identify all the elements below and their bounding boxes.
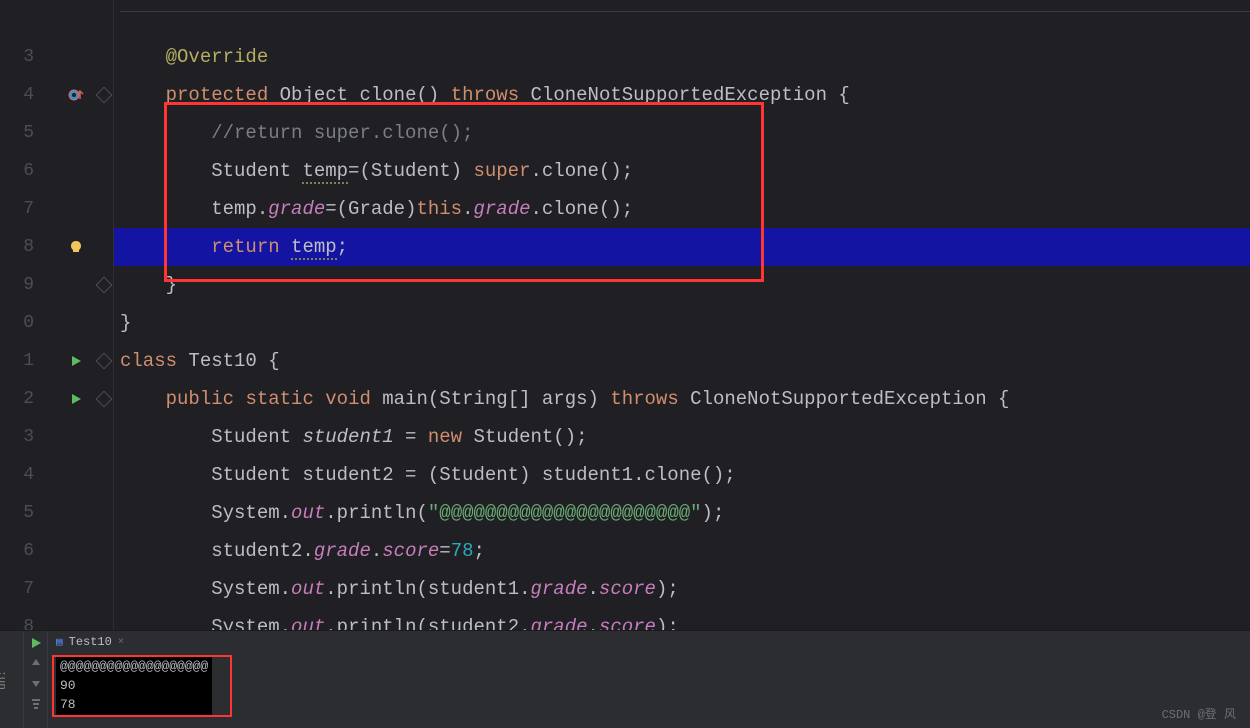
code-editor[interactable]: 3 4 5 6 7 8 9 0 1 2 3 4 5 6 7 8 — [0, 0, 1250, 630]
line-number: 6 — [0, 532, 34, 570]
method-separator — [120, 11, 1250, 12]
run-gutter-icon[interactable] — [58, 380, 94, 418]
code-line[interactable]: System.out.println(student1.grade.score)… — [114, 570, 1250, 608]
run-label: un: — [0, 670, 9, 690]
console-output[interactable]: @@@@@@@@@@@@@@@@@@@ 90 78 — [56, 655, 212, 716]
run-tab-title[interactable]: Test10 — [69, 635, 112, 649]
code-line[interactable]: @Override — [114, 38, 1250, 76]
line-number: 7 — [0, 190, 34, 228]
line-number: 2 — [0, 380, 34, 418]
line-number: 4 — [0, 456, 34, 494]
run-toolbar-actions — [24, 631, 48, 728]
code-line[interactable]: protected Object clone() throws CloneNot… — [114, 76, 1250, 114]
run-tab-icon: ▤ — [56, 635, 63, 649]
fold-toggle-icon[interactable] — [94, 342, 113, 380]
line-number: 5 — [0, 114, 34, 152]
line-number: 8 — [0, 228, 34, 266]
line-number-gutter: 3 4 5 6 7 8 9 0 1 2 3 4 5 6 7 8 — [0, 0, 58, 630]
code-line[interactable]: temp.grade=(Grade)this.grade.clone(); — [114, 190, 1250, 228]
up-arrow-icon[interactable] — [30, 657, 42, 669]
code-line[interactable]: Student student2 = (Student) student1.cl… — [114, 456, 1250, 494]
run-toolbar-left: un: — [0, 631, 24, 728]
code-line[interactable]: public static void main(String[] args) t… — [114, 380, 1250, 418]
watermark-text: CSDN @登 风 — [1162, 705, 1236, 722]
override-breakpoint-icon[interactable] — [58, 76, 94, 114]
code-line[interactable]: //return super.clone(); — [114, 114, 1250, 152]
gutter-icon-column — [58, 0, 94, 630]
code-line[interactable]: System.out.println("@@@@@@@@@@@@@@@@@@@@… — [114, 494, 1250, 532]
line-number: 3 — [0, 418, 34, 456]
line-number: 0 — [0, 304, 34, 342]
code-line[interactable]: } — [114, 266, 1250, 304]
line-number: 7 — [0, 570, 34, 608]
code-line[interactable]: Student temp=(Student) super.clone(); — [114, 152, 1250, 190]
console-line: 90 — [60, 676, 208, 695]
code-line[interactable]: student2.grade.score=78; — [114, 532, 1250, 570]
filter-icon[interactable] — [30, 697, 42, 709]
run-console[interactable]: ▤ Test10 × @@@@@@@@@@@@@@@@@@@ 90 78 — [48, 631, 1250, 728]
code-line-current[interactable]: return temp; — [114, 228, 1250, 266]
code-line[interactable]: class Test10 { — [114, 342, 1250, 380]
line-number: 3 — [0, 38, 34, 76]
line-number — [0, 0, 34, 38]
fold-toggle-icon[interactable] — [94, 76, 113, 114]
code-line[interactable]: } — [114, 304, 1250, 342]
line-number: 9 — [0, 266, 34, 304]
run-gutter-icon[interactable] — [58, 342, 94, 380]
console-line: 78 — [60, 695, 208, 714]
run-tool-window[interactable]: un: ▤ Test10 × @@@@@@@@@@@@@@@@@@@ 90 78 — [0, 630, 1250, 728]
fold-toggle-icon[interactable] — [94, 380, 113, 418]
intention-bulb-icon[interactable] — [58, 228, 94, 266]
down-arrow-icon[interactable] — [30, 677, 42, 689]
line-number: 1 — [0, 342, 34, 380]
run-tab-bar: ▤ Test10 × — [48, 631, 1250, 653]
fold-column — [94, 0, 114, 630]
console-line: @@@@@@@@@@@@@@@@@@@ — [60, 657, 208, 676]
code-area[interactable]: @Override protected Object clone() throw… — [114, 0, 1250, 630]
line-number: 4 — [0, 76, 34, 114]
close-tab-icon[interactable]: × — [118, 637, 124, 648]
rerun-icon[interactable] — [30, 637, 42, 649]
code-line[interactable]: Student student1 = new Student(); — [114, 418, 1250, 456]
line-number: 5 — [0, 494, 34, 532]
line-number: 6 — [0, 152, 34, 190]
fold-toggle-icon[interactable] — [94, 266, 113, 304]
